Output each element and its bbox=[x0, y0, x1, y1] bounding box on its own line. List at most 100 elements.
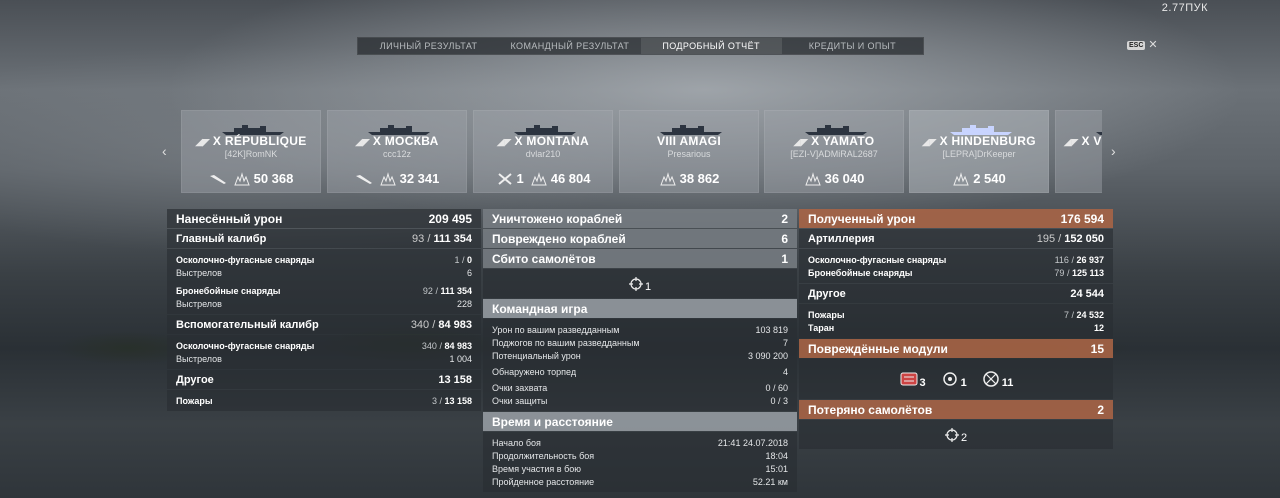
ram-row: Таран 12 bbox=[808, 322, 1104, 333]
tab-detailed-report[interactable]: ПОДРОБНЫЙ ОТЧЁТ bbox=[640, 38, 782, 54]
damaged-modules: 3 1 11 bbox=[799, 359, 1113, 399]
fires-row: Пожары 3 / 13 158 bbox=[176, 395, 472, 406]
team-play-details: Урон по вашим разведданным 103 819 Поджог… bbox=[483, 319, 797, 411]
ship-card[interactable]: VIII AMAGI Presarious 38 862 bbox=[619, 110, 759, 193]
time-distance-header: Время и расстояние bbox=[483, 412, 797, 431]
team-row: Потенциальный урон 3 090 200 bbox=[492, 350, 788, 361]
ship-name: ◢◤ X MONTANA bbox=[497, 134, 589, 148]
carousel-next-button[interactable]: › bbox=[1111, 143, 1116, 159]
ship-card[interactable]: ◢◤ X MONTANA dvlar210 1 46 804 bbox=[473, 110, 613, 193]
art-ap-row: Бронебойные снаряды 79 / 125 113 bbox=[808, 267, 1104, 278]
other-header: Другое 13 158 bbox=[167, 370, 481, 389]
ship-name: VIII AMAGI bbox=[657, 134, 721, 148]
sec-he-row: Осколочно-фугасные снаряды 340 / 84 983 bbox=[176, 340, 472, 351]
ship-class-icon: ◢◤ bbox=[922, 137, 937, 147]
ship-card[interactable]: ◢◤X VI bbox=[1055, 110, 1102, 193]
time-row: Начало боя 21:41 24.07.2018 bbox=[492, 437, 788, 448]
planes-lost-summary: 2 bbox=[799, 420, 1113, 449]
team-row: Очки защиты 0 / 3 bbox=[492, 395, 788, 406]
player-name: [EZI-V]ADMiRAL2687 bbox=[790, 149, 878, 159]
damage-icon bbox=[233, 171, 250, 185]
carousel-prev-button[interactable]: ‹ bbox=[162, 143, 167, 159]
ship-card[interactable]: ◢◤ X МОСКВА ccc12z 32 341 bbox=[327, 110, 467, 193]
ship-class-icon: ◢◤ bbox=[1064, 137, 1079, 147]
main-he-shots-row: Выстрелов 6 bbox=[176, 267, 472, 278]
tab-personal-result[interactable]: ЛИЧНЫЙ РЕЗУЛЬТАТ bbox=[358, 38, 499, 54]
player-name: [42K]RomNK bbox=[224, 149, 278, 159]
ship-class-icon: ◢◤ bbox=[793, 137, 809, 147]
damage-value: 32 341 bbox=[399, 171, 440, 186]
other-received-header: Другое 24 544 bbox=[799, 284, 1113, 303]
team-play-header: Командная игра bbox=[483, 299, 797, 318]
player-name: dvlar210 bbox=[525, 149, 561, 159]
ships-damaged-row: Повреждено кораблей 6 bbox=[483, 229, 797, 248]
team-row: Урон по вашим разведданным 103 819 bbox=[492, 324, 788, 335]
ship-class-icon: ◢◤ bbox=[195, 137, 210, 147]
player-name: ccc12z bbox=[382, 149, 411, 159]
time-row: Время участия в бою 15:01 bbox=[492, 463, 788, 474]
ship-class-icon: ◢◤ bbox=[497, 137, 512, 147]
combat-summary-panel: Уничтожено кораблей 2 Повреждено кораблей… bbox=[483, 209, 797, 493]
ship-card[interactable]: ◢◤ X YAMATO [EZI-V]ADMiRAL2687 36 040 bbox=[764, 110, 904, 193]
planes-shot-row: Сбито самолётов 1 bbox=[483, 249, 797, 268]
ship-silhouette-icon bbox=[368, 125, 430, 135]
damage-received-panel: Полученный урон 176 594 Артиллерия 195 / … bbox=[799, 209, 1113, 450]
damage-value: 46 804 bbox=[550, 171, 591, 186]
close-button[interactable]: ESC ✕ bbox=[1127, 40, 1158, 51]
tab-team-result[interactable]: КОМАНДНЫЙ РЕЗУЛЬТАТ bbox=[499, 38, 640, 54]
ship-carousel: ◢◤ X RÉPUBLIQUE [42K]RomNK 50 368 ◢◤ X МОС… bbox=[181, 110, 1102, 193]
module-item: 3 bbox=[899, 369, 926, 389]
ship-silhouette-icon bbox=[805, 125, 867, 135]
damage-icon bbox=[379, 171, 396, 185]
ship-name: ◢◤ X YAMATO bbox=[793, 134, 875, 148]
ship-card-selected[interactable]: ◢◤ X HINDENBURG [LEPRA]DrKeeper 2 540 bbox=[909, 110, 1049, 193]
ship-name: ◢◤ X RÉPUBLIQUE bbox=[195, 134, 307, 148]
ship-silhouette-icon bbox=[950, 125, 1012, 135]
other-received-details: Пожары 7 / 24 532 Таран 12 bbox=[799, 304, 1113, 338]
ship-name: ◢◤X VI bbox=[1064, 134, 1102, 148]
plane-icon bbox=[209, 174, 226, 184]
player-name: [LEPRA]DrKeeper bbox=[942, 149, 1016, 159]
crosshair-icon bbox=[628, 276, 643, 291]
art-he-row: Осколочно-фугасные снаряды 116 / 26 937 bbox=[808, 254, 1104, 265]
ship-card[interactable]: ◢◤ X RÉPUBLIQUE [42K]RomNK 50 368 bbox=[181, 110, 321, 193]
top-readout: 2.77ПУК bbox=[1161, 2, 1208, 14]
damage-value: 38 862 bbox=[679, 171, 720, 186]
ships-destroyed-row: Уничтожено кораблей 2 bbox=[483, 209, 797, 228]
aa-module-icon bbox=[983, 371, 999, 387]
damage-value: 2 540 bbox=[973, 171, 1006, 186]
ship-silhouette-icon bbox=[222, 125, 284, 135]
main-ap-shots-row: Выстрелов 228 bbox=[176, 298, 472, 309]
other-details: Пожары 3 / 13 158 bbox=[167, 390, 481, 411]
engine-module-icon bbox=[942, 372, 957, 386]
plane-icon bbox=[355, 174, 372, 184]
secondary-header: Вспомогательный калибр 340 / 84 983 bbox=[167, 315, 481, 334]
module-item: 1 bbox=[940, 369, 967, 389]
damage-icon bbox=[953, 171, 969, 185]
module-item: 11 bbox=[981, 369, 1013, 389]
close-icon: ✕ bbox=[1148, 39, 1158, 51]
tab-bar: ЛИЧНЫЙ РЕЗУЛЬТАТ КОМАНДНЫЙ РЕЗУЛЬТАТ ПОД… bbox=[357, 37, 924, 55]
ship-name: ◢◤ X МОСКВА bbox=[355, 134, 439, 148]
received-damage-header: Полученный урон 176 594 bbox=[799, 209, 1113, 228]
sec-he-shots-row: Выстрелов 1 004 bbox=[176, 353, 472, 364]
tab-credits-xp[interactable]: КРЕДИТЫ И ОПЫТ bbox=[782, 38, 923, 54]
artillery-header: Артиллерия 195 / 152 050 bbox=[799, 229, 1113, 248]
main-battery-header: Главный калибр 93 / 111 354 bbox=[167, 229, 481, 248]
kills-value: 1 bbox=[516, 171, 524, 186]
crosshair-icon bbox=[944, 427, 959, 442]
ship-name: ◢◤ X HINDENBURG bbox=[922, 134, 1036, 148]
fires-received-row: Пожары 7 / 24 532 bbox=[808, 309, 1104, 320]
team-row: Очки захвата 0 / 60 bbox=[492, 382, 788, 393]
artillery-details: Осколочно-фугасные снаряды 116 / 26 937 Б… bbox=[799, 249, 1113, 283]
damage-value: 36 040 bbox=[824, 171, 865, 186]
main-battery-details: Осколочно-фугасные снаряды 1 / 0 Выстрело… bbox=[167, 249, 481, 314]
damage-value: 50 368 bbox=[253, 171, 294, 186]
main-ap-row: Бронебойные снаряды 92 / 111 354 bbox=[176, 285, 472, 296]
time-distance-details: Начало боя 21:41 24.07.2018 Продолжительн… bbox=[483, 432, 797, 492]
time-row: Продолжительность боя 18:04 bbox=[492, 450, 788, 461]
time-row: Пройденное расстояние 52.21 км bbox=[492, 476, 788, 487]
team-row: Поджогов по вашим разведданным 7 bbox=[492, 337, 788, 348]
damage-dealt-panel: Нанесённый урон 209 495 Главный калибр 93… bbox=[167, 209, 481, 412]
kill-icon bbox=[497, 172, 512, 185]
